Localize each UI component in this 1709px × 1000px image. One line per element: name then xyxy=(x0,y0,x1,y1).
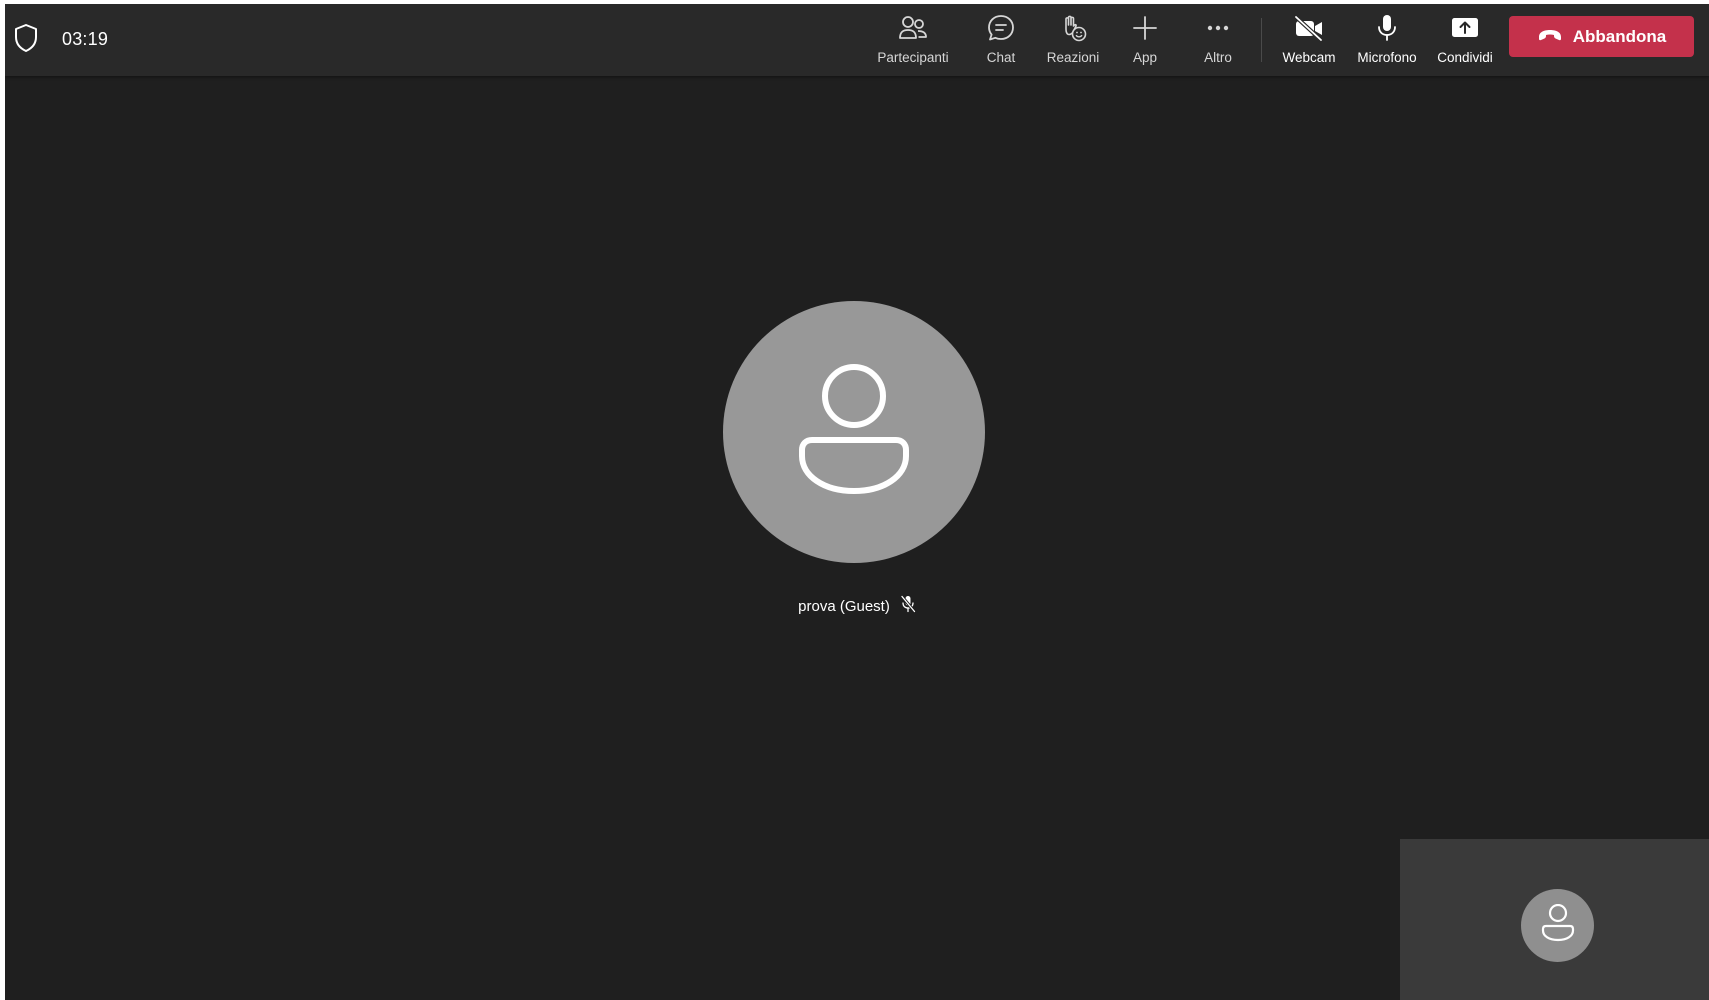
microphone-label: Microfono xyxy=(1357,50,1417,65)
camera-label: Webcam xyxy=(1282,50,1336,65)
reactions-label: Reazioni xyxy=(1046,50,1100,65)
more-icon xyxy=(1202,12,1234,44)
toolbar-divider xyxy=(1261,18,1262,62)
share-label: Condividi xyxy=(1437,50,1493,65)
share-icon xyxy=(1449,12,1481,44)
apps-label: App xyxy=(1132,50,1158,65)
shield-icon[interactable] xyxy=(12,23,40,53)
participants-button[interactable]: Partecipanti xyxy=(873,12,953,72)
person-icon xyxy=(1541,903,1575,947)
meeting-window: 03:19 Partecipanti Chat Reazioni App Alt… xyxy=(5,4,1709,1000)
microphone-icon xyxy=(1371,12,1403,44)
self-avatar xyxy=(1521,889,1594,962)
apps-button[interactable]: App xyxy=(1115,12,1175,72)
leave-button[interactable]: Abbandona xyxy=(1509,16,1694,57)
reactions-button[interactable]: Reazioni xyxy=(1039,12,1107,72)
leave-label: Abbandona xyxy=(1572,26,1667,46)
video-stage: prova (Guest) xyxy=(5,76,1709,1000)
add-icon xyxy=(1129,12,1161,44)
mic-muted-icon xyxy=(900,595,916,618)
hang-up-icon xyxy=(1537,27,1563,47)
share-button[interactable]: Condividi xyxy=(1431,12,1499,72)
participant-name-row: prova (Guest) xyxy=(5,595,1709,618)
person-icon xyxy=(794,363,914,501)
more-label: Altro xyxy=(1204,50,1232,65)
call-timer: 03:19 xyxy=(62,29,109,49)
camera-toggle[interactable]: Webcam xyxy=(1277,12,1341,72)
chat-label: Chat xyxy=(986,50,1016,65)
participants-label: Partecipanti xyxy=(877,50,949,65)
more-button[interactable]: Altro xyxy=(1188,12,1248,72)
reactions-icon xyxy=(1057,12,1089,44)
meeting-toolbar: 03:19 Partecipanti Chat Reazioni App Alt… xyxy=(5,4,1709,76)
participants-icon xyxy=(897,12,929,44)
self-view-tile[interactable] xyxy=(1400,839,1709,1000)
chat-button[interactable]: Chat xyxy=(971,12,1031,72)
chat-icon xyxy=(985,12,1017,44)
camera-off-icon xyxy=(1293,12,1325,44)
microphone-toggle[interactable]: Microfono xyxy=(1351,12,1423,72)
participant-name: prova (Guest) xyxy=(798,598,890,615)
participant-avatar xyxy=(723,301,985,563)
